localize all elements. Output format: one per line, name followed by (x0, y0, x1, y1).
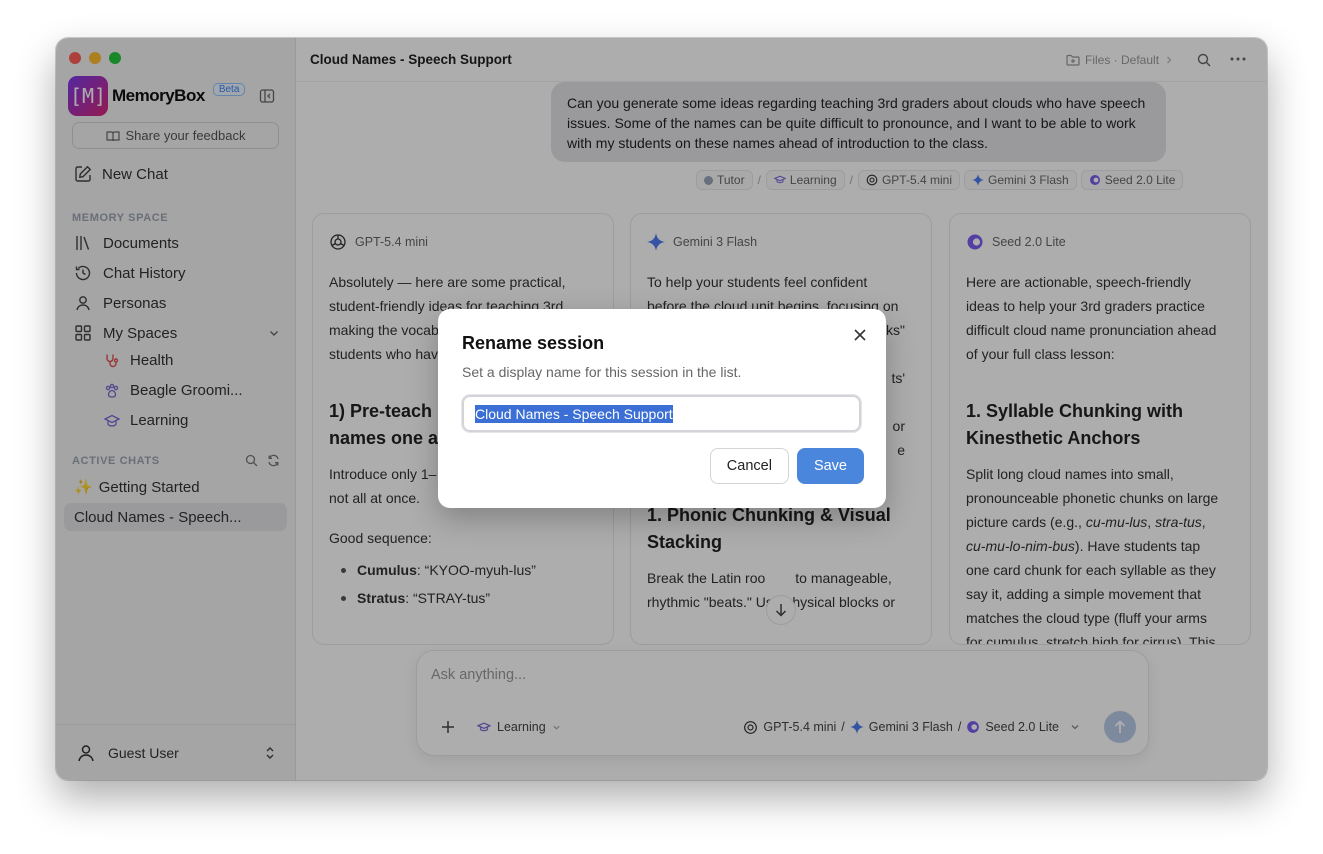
dialog-subtitle: Set a display name for this session in t… (462, 364, 742, 380)
session-name-value: Cloud Names - Speech Support (475, 404, 673, 423)
close-icon[interactable] (852, 327, 868, 343)
session-name-input[interactable]: Cloud Names - Speech Support (462, 395, 861, 432)
dialog-actions: Cancel Save (709, 448, 864, 484)
dialog-title: Rename session (462, 333, 605, 353)
cancel-button[interactable]: Cancel (709, 448, 789, 484)
rename-session-dialog: Rename session Set a display name for th… (438, 309, 886, 508)
app-window: [M] MemoryBox Beta Share your feedback N… (56, 38, 1267, 780)
save-button[interactable]: Save (796, 448, 864, 484)
